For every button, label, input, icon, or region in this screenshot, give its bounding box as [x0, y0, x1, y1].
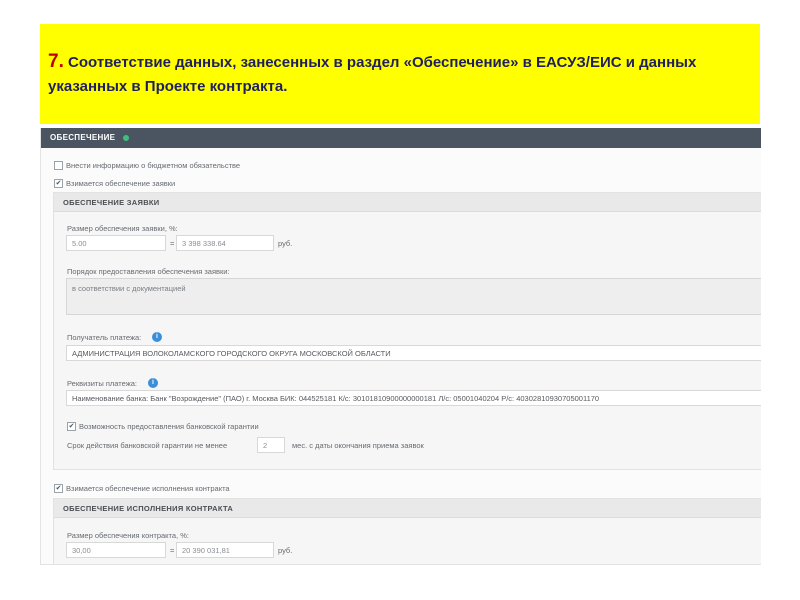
- form-screenshot: ОБЕСПЕЧЕНИЕ Внести информацию о бюджетно…: [40, 128, 761, 565]
- slide-banner: 7. Соответствие данных, занесенных в раз…: [40, 24, 760, 124]
- recipient-input[interactable]: АДМИНИСТРАЦИЯ ВОЛОКОЛАМСКОГО ГОРОДСКОГО …: [66, 345, 761, 361]
- application-percent-input[interactable]: 5.00: [66, 235, 166, 251]
- application-security-panel: ОБЕСПЕЧЕНИЕ ЗАЯВКИ Размер обеспечения за…: [53, 192, 761, 470]
- bank-guarantee-checkbox-label: Возможность предоставления банковской га…: [79, 422, 259, 431]
- contract-currency-label: руб.: [278, 546, 293, 555]
- contract-security-checkbox[interactable]: ✔: [54, 484, 63, 493]
- application-panel-title: ОБЕСПЕЧЕНИЕ ЗАЯВКИ: [63, 198, 160, 207]
- slide-title: 7. Соответствие данных, занесенных в раз…: [48, 50, 760, 99]
- budget-checkbox-label: Внести информацию о бюджетном обязательс…: [66, 161, 241, 170]
- bank-guarantee-checkbox[interactable]: ✔: [67, 422, 76, 431]
- procedure-label: Порядок предоставления обеспечения заявк…: [67, 267, 230, 276]
- contract-equals-sign: =: [170, 546, 175, 555]
- slide-number: 7.: [48, 51, 64, 72]
- guarantee-term-suffix: мес. с даты окончания приема заявок: [292, 441, 424, 450]
- contract-amount-input[interactable]: 20 390 031,81: [176, 542, 274, 558]
- section-header: ОБЕСПЕЧЕНИЕ: [41, 128, 761, 148]
- currency-label: руб.: [278, 239, 293, 248]
- section-header-label: ОБЕСПЕЧЕНИЕ: [50, 133, 116, 142]
- payment-details-input[interactable]: Наименование банка: Банк "Возрождение" (…: [66, 390, 761, 406]
- application-amount-input[interactable]: 3 398 338.64: [176, 235, 274, 251]
- application-size-label: Размер обеспечения заявки, %:: [67, 224, 178, 233]
- contract-security-panel: ОБЕСПЕЧЕНИЕ ИСПОЛНЕНИЯ КОНТРАКТА Размер …: [53, 498, 761, 564]
- budget-checkbox[interactable]: [54, 161, 63, 170]
- contract-panel-title: ОБЕСПЕЧЕНИЕ ИСПОЛНЕНИЯ КОНТРАКТА: [63, 504, 234, 513]
- payment-details-label: Реквизиты платежа:: [67, 379, 137, 388]
- procedure-textarea[interactable]: в соответствии с документацией: [66, 278, 761, 315]
- guarantee-term-label: Срок действия банковской гарантии не мен…: [67, 441, 228, 450]
- recipient-label: Получатель платежа:: [67, 333, 142, 342]
- application-panel-header: ОБЕСПЕЧЕНИЕ ЗАЯВКИ: [54, 193, 761, 212]
- contract-percent-input[interactable]: 30,00: [66, 542, 166, 558]
- equals-sign: =: [170, 239, 175, 248]
- contract-size-label: Размер обеспечения контракта, %:: [67, 531, 189, 540]
- contract-security-checkbox-label: Взимается обеспечение исполнения контрак…: [66, 484, 230, 493]
- slide-title-text: Соответствие данных, занесенных в раздел…: [48, 54, 697, 95]
- status-dot-icon: [123, 135, 129, 141]
- application-security-checkbox-label: Взимается обеспечение заявки: [66, 179, 176, 188]
- contract-panel-header: ОБЕСПЕЧЕНИЕ ИСПОЛНЕНИЯ КОНТРАКТА: [54, 499, 761, 518]
- payment-details-info-icon[interactable]: i: [148, 378, 158, 388]
- guarantee-term-input[interactable]: 2: [257, 437, 285, 453]
- recipient-info-icon[interactable]: i: [152, 332, 162, 342]
- application-security-checkbox[interactable]: ✔: [54, 179, 63, 188]
